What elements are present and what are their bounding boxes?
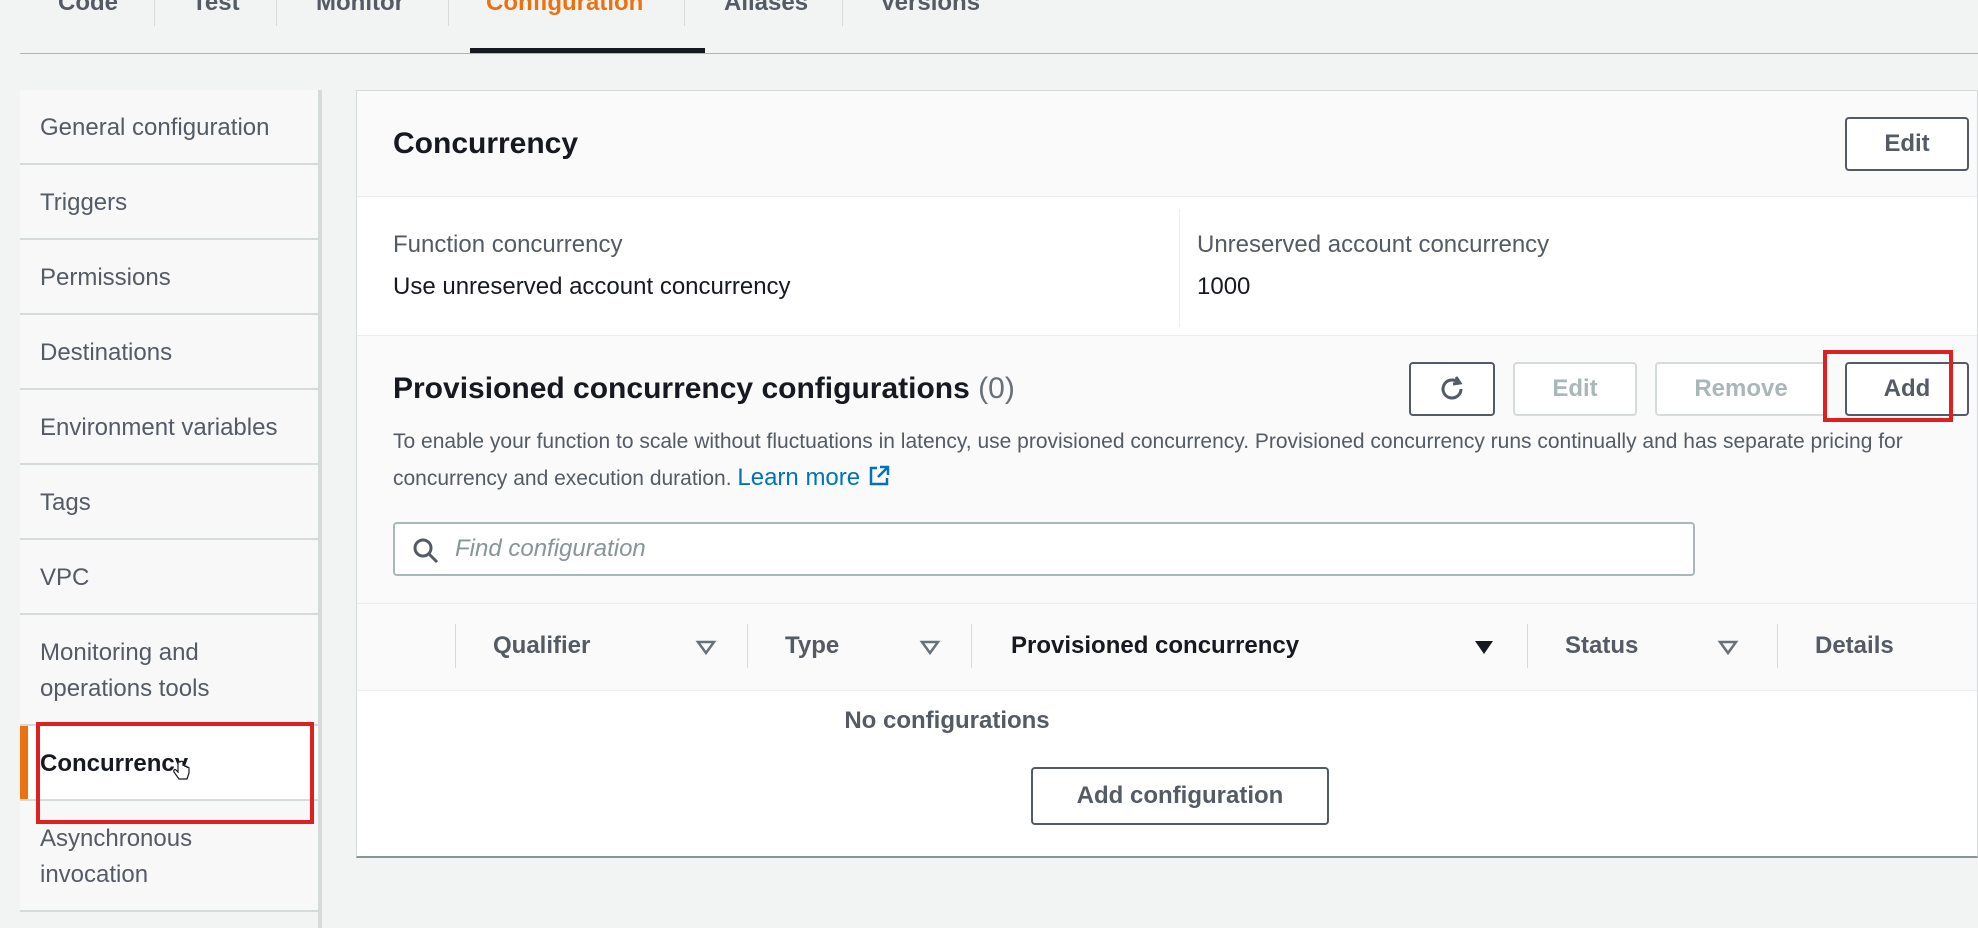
provisioned-count: (0) [978,372,1015,405]
sidebar-item-triggers[interactable]: Triggers [20,165,318,240]
tab-code[interactable]: Code [58,0,118,42]
function-tabs: Code Test Monitor Configuration Aliases … [20,0,1978,54]
sort-icon[interactable] [695,638,717,656]
sidebar-item-vpc[interactable]: VPC [20,540,318,615]
refresh-button[interactable] [1409,362,1495,416]
sidebar-item-label: Environment variables [40,414,278,441]
sidebar-item-environment-variables[interactable]: Environment variables [20,390,318,465]
concurrency-panel: Concurrency Edit Function concurrency Us… [356,90,1978,858]
empty-state-text: No configurations [844,707,1050,734]
column-type[interactable]: Type [785,632,839,660]
add-configuration-button[interactable]: Add configuration [1031,767,1329,825]
function-concurrency-value: Use unreserved account concurrency [393,273,791,300]
hand-cursor-icon [173,760,190,780]
function-concurrency-label: Function concurrency [393,231,623,258]
provisioned-title: Provisioned concurrency configurations (… [393,372,1015,406]
sidebar-item-destinations[interactable]: Destinations [20,315,318,390]
sidebar-item-label: VPC [40,564,90,591]
concurrency-edit-button[interactable]: Edit [1845,117,1969,171]
sidebar-item-label: Triggers [40,189,128,216]
column-provisioned-concurrency[interactable]: Provisioned concurrency [1011,632,1299,660]
search-icon [413,538,439,564]
sidebar-item-label: General configuration [40,114,270,141]
external-link-icon [869,465,890,486]
provisioned-description: To enable your function to scale without… [393,424,1973,497]
sort-icon[interactable] [919,638,941,656]
column-divider [1179,209,1180,327]
search-input[interactable] [455,530,1675,568]
concurrency-header: Concurrency Edit [357,91,1977,197]
sidebar-item-monitoring[interactable]: Monitoring and operations tools [20,615,318,726]
column-qualifier[interactable]: Qualifier [493,632,590,660]
configurations-table-header: Qualifier Type Provisioned concurrency S… [357,603,1977,691]
active-tab-indicator [470,48,705,53]
sidebar-item-tags[interactable]: Tags [20,465,318,540]
sidebar-item-label: Tags [40,489,91,516]
column-status[interactable]: Status [1565,632,1638,660]
sidebar-item-label: Destinations [40,339,173,366]
sidebar-item-general-configuration[interactable]: General configuration [20,90,318,165]
highlight-add-button [1823,350,1953,422]
provisioned-concurrency-section: Provisioned concurrency configurations (… [357,335,1977,613]
sidebar-item-label: Asynchronous invocation [40,825,193,888]
lambda-configuration-page: Code Test Monitor Configuration Aliases … [0,0,1978,928]
learn-more-label: Learn more [737,464,861,491]
sidebar-item-label: Permissions [40,264,171,291]
tab-configuration[interactable]: Configuration [486,0,643,42]
remove-button[interactable]: Remove [1655,362,1827,416]
description-text: To enable your function to scale without… [393,430,1903,490]
unreserved-concurrency-value: 1000 [1197,273,1251,300]
column-details[interactable]: Details [1815,632,1894,660]
sidebar-item-label: Monitoring and operations tools [40,639,210,702]
tab-versions[interactable]: Versions [880,0,980,42]
sort-descending-icon[interactable] [1473,638,1495,656]
learn-more-link[interactable]: Learn more [737,464,890,491]
tab-test[interactable]: Test [192,0,240,42]
unreserved-concurrency-label: Unreserved account concurrency [1197,231,1550,258]
concurrency-title: Concurrency [393,127,579,160]
provisioned-edit-button[interactable]: Edit [1513,362,1637,416]
tab-aliases[interactable]: Aliases [724,0,808,42]
tab-monitor[interactable]: Monitor [316,0,404,42]
find-configuration-search [393,522,1695,576]
refresh-icon [1441,376,1463,400]
provisioned-title-text: Provisioned concurrency configurations [393,372,970,405]
sidebar-item-permissions[interactable]: Permissions [20,240,318,315]
sort-icon[interactable] [1717,638,1739,656]
